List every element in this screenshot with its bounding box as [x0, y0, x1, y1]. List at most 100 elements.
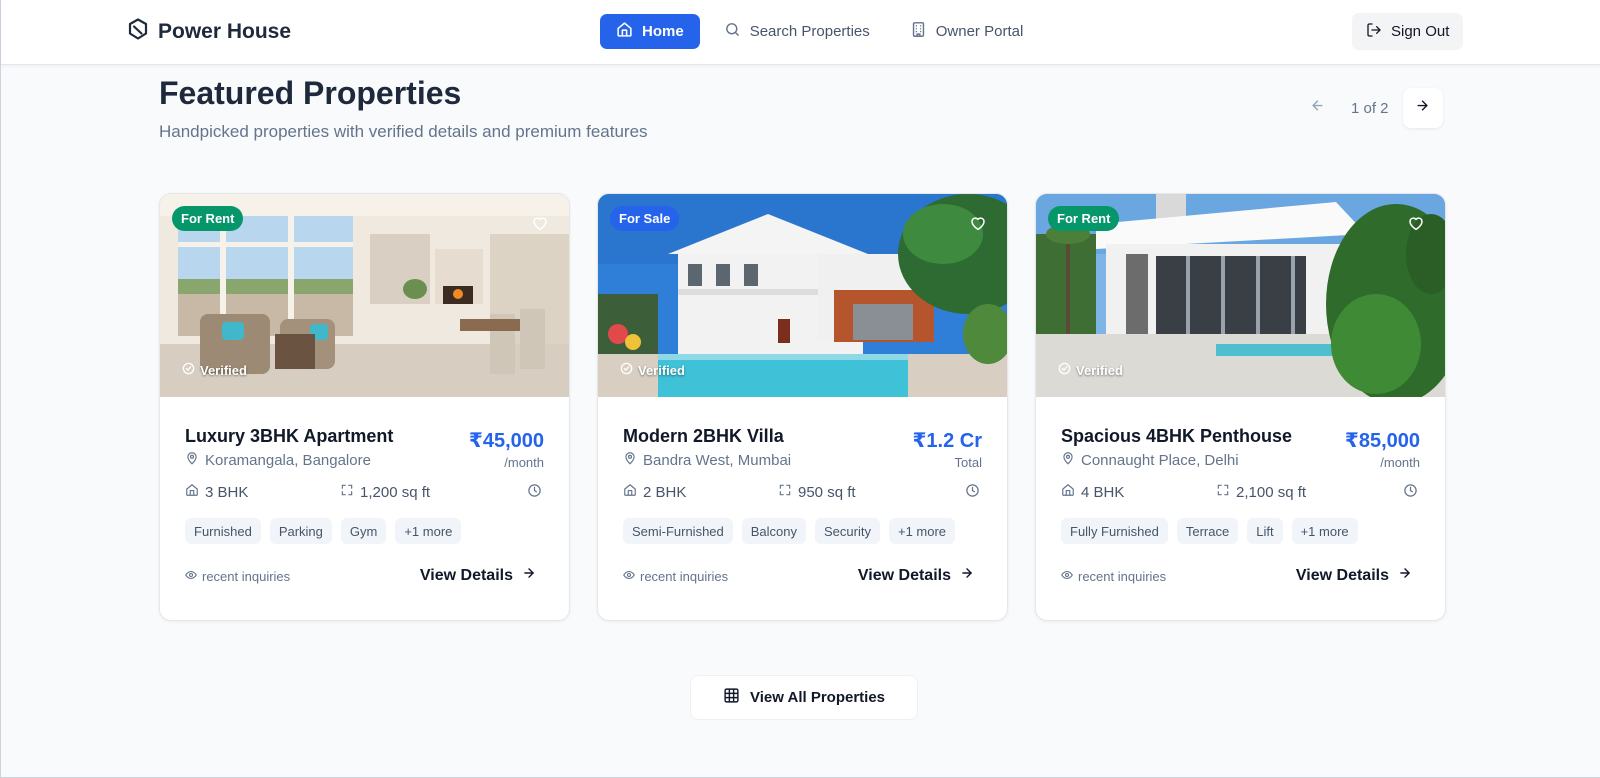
- more-amenities-tag[interactable]: +1 more: [888, 518, 956, 544]
- map-pin-icon: [1061, 451, 1075, 469]
- heart-icon[interactable]: [1407, 214, 1425, 237]
- eye-icon: [623, 569, 635, 584]
- price-period: Total: [954, 455, 982, 470]
- listing-type-badge: For Rent: [1048, 206, 1120, 231]
- area-spec: 1,200 sq ft: [340, 483, 430, 501]
- nav-search-label: Search Properties: [749, 23, 870, 40]
- sign-out-label: Sign Out: [1391, 23, 1450, 40]
- next-page-button[interactable]: [1402, 88, 1443, 128]
- bedrooms-text: 4 BHK: [1081, 483, 1125, 501]
- search-icon: [724, 21, 741, 42]
- view-details-button[interactable]: View Details: [1296, 566, 1412, 585]
- main-nav: Home Search Properties Owner Portal: [600, 14, 1039, 49]
- property-specs: 3 BHK 1,200 sq ft: [185, 483, 546, 503]
- view-details-button[interactable]: View Details: [420, 566, 536, 585]
- location-text: Connaught Place, Delhi: [1081, 451, 1239, 469]
- view-all-label: View All Properties: [749, 689, 886, 706]
- arrow-left-icon: [1310, 98, 1325, 118]
- check-circle-icon: [1058, 362, 1071, 378]
- property-card[interactable]: For Rent Verified Spacious 4BHK Penthous…: [1035, 193, 1446, 621]
- check-circle-icon: [620, 362, 633, 378]
- arrow-right-icon: [1398, 566, 1412, 585]
- logout-icon: [1366, 22, 1382, 42]
- property-price: ₹45,000: [468, 430, 544, 452]
- area-text: 1,200 sq ft: [360, 483, 431, 501]
- nav-owner-portal[interactable]: Owner Portal: [894, 14, 1040, 49]
- nav-home[interactable]: Home: [600, 14, 700, 49]
- area-spec: 2,100 sq ft: [1216, 483, 1306, 501]
- arrow-right-icon: [522, 566, 536, 585]
- top-navbar: Power House Home Search Properties Owner…: [1, 0, 1600, 65]
- bedrooms-spec: 3 BHK: [185, 483, 248, 501]
- amenity-tag: Parking: [269, 518, 332, 544]
- property-title: Spacious 4BHK Penthouse: [1061, 426, 1293, 446]
- more-amenities-tag[interactable]: +1 more: [1291, 518, 1358, 544]
- property-image[interactable]: For Rent Verified: [160, 194, 569, 397]
- inquiries-text: recent inquiries: [202, 569, 291, 584]
- bedrooms-spec: 4 BHK: [1061, 483, 1124, 501]
- home-icon: [1061, 483, 1075, 501]
- property-image[interactable]: For Sale Verified: [598, 194, 1007, 397]
- location-text: Koramangala, Bangalore: [205, 451, 371, 469]
- bedrooms-text: 2 BHK: [643, 483, 687, 501]
- bedrooms-spec: 2 BHK: [623, 483, 686, 501]
- verified-badge: Verified: [182, 362, 247, 378]
- amenity-tag: Balcony: [741, 518, 807, 544]
- brand[interactable]: Power House: [128, 18, 291, 45]
- home-icon: [623, 483, 637, 501]
- property-card[interactable]: For Sale Verified Modern 2BHK Villa Band…: [597, 193, 1008, 621]
- clock-icon: [527, 483, 542, 498]
- amenity-tag: Lift: [1247, 518, 1283, 544]
- property-price: ₹85,000: [1344, 430, 1420, 452]
- area-text: 950 sq ft: [798, 483, 856, 501]
- amenity-tag: Semi-Furnished: [623, 518, 733, 544]
- clock-icon: [965, 483, 980, 498]
- map-pin-icon: [623, 451, 637, 469]
- property-image[interactable]: For Rent Verified: [1036, 194, 1445, 397]
- amenity-tag: Terrace: [1176, 518, 1239, 544]
- price-period: /month: [1380, 455, 1420, 470]
- property-card[interactable]: For Rent Verified Luxury 3BHK Apartment: [159, 193, 570, 621]
- sign-out-button[interactable]: Sign Out: [1352, 13, 1464, 50]
- property-price: ₹1.2 Cr: [912, 430, 982, 452]
- expand-icon: [778, 483, 792, 501]
- listing-type-badge: For Rent: [172, 206, 244, 231]
- listing-type-badge: For Sale: [610, 206, 680, 231]
- expand-icon: [1216, 483, 1230, 501]
- home-icon: [185, 483, 199, 501]
- page-subtitle: Handpicked properties with verified deta…: [159, 122, 648, 141]
- area-spec: 950 sq ft: [778, 483, 856, 501]
- verified-badge: Verified: [620, 362, 685, 378]
- brand-name: Power House: [158, 19, 292, 43]
- inquiries-info: recent inquiries: [623, 569, 728, 584]
- verified-label: Verified: [638, 362, 685, 378]
- verified-badge: Verified: [1058, 362, 1123, 378]
- inquiries-text: recent inquiries: [1078, 569, 1167, 584]
- heart-icon[interactable]: [969, 214, 987, 237]
- building-icon: [910, 21, 927, 42]
- property-title: Modern 2BHK Villa: [623, 426, 784, 446]
- page-title: Featured Properties: [159, 75, 462, 111]
- property-specs: 2 BHK 950 sq ft: [623, 483, 984, 503]
- amenity-tag: Gym: [340, 518, 387, 544]
- map-pin-icon: [185, 451, 199, 469]
- price-period: /month: [504, 455, 544, 470]
- property-location: Bandra West, Mumbai: [623, 451, 791, 469]
- property-title: Luxury 3BHK Apartment: [185, 426, 394, 446]
- amenity-tag: Security: [815, 518, 880, 544]
- previous-page-button[interactable]: [1297, 88, 1337, 128]
- inquiries-info: recent inquiries: [1061, 569, 1166, 584]
- inquiries-text: recent inquiries: [640, 569, 729, 584]
- view-all-properties-button[interactable]: View All Properties: [690, 675, 918, 720]
- nav-search-properties[interactable]: Search Properties: [708, 14, 886, 49]
- home-icon: [616, 21, 633, 42]
- arrow-right-icon: [1415, 98, 1430, 118]
- arrow-right-icon: [960, 566, 974, 585]
- heart-icon[interactable]: [531, 214, 549, 237]
- amenity-tags: Fully Furnished Terrace Lift +1 more: [1061, 518, 1358, 544]
- more-amenities-tag[interactable]: +1 more: [395, 518, 462, 544]
- bedrooms-text: 3 BHK: [205, 483, 249, 501]
- property-location: Koramangala, Bangalore: [185, 451, 371, 469]
- amenity-tag: Furnished: [185, 518, 261, 544]
- view-details-button[interactable]: View Details: [858, 566, 974, 585]
